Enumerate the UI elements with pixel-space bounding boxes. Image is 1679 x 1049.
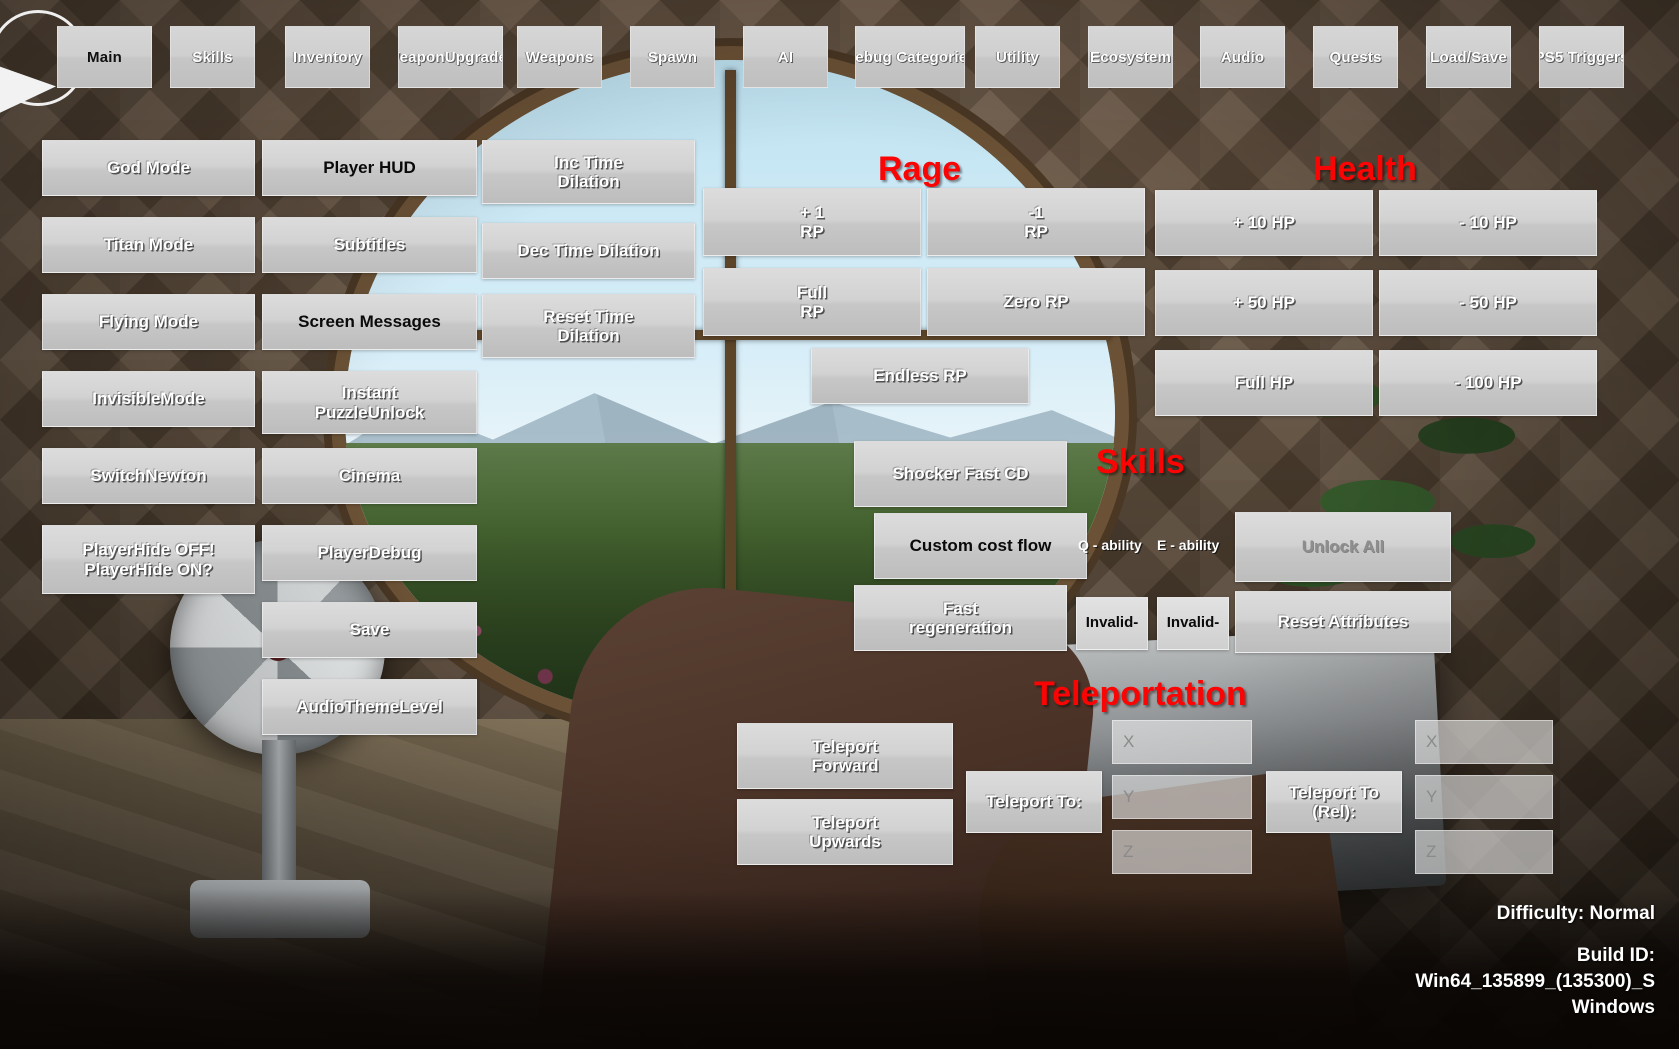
- ability-label-e: E - ability: [1157, 537, 1220, 553]
- tab-load-save[interactable]: Load/Save: [1426, 26, 1511, 88]
- hud-button-save[interactable]: Save: [262, 602, 477, 658]
- time-button-inc-time-dilation[interactable]: Inc Time Dilation: [482, 140, 695, 204]
- health-button-50-hp[interactable]: + 50 HP: [1155, 270, 1373, 336]
- rage-button-full-rp[interactable]: Full RP: [703, 268, 921, 336]
- ability-select-e[interactable]: Invalid-: [1157, 597, 1229, 650]
- tab-audio[interactable]: Audio: [1200, 26, 1285, 88]
- platform-label: Windows: [1571, 997, 1655, 1018]
- rage-button-endless-rp[interactable]: Endless RP: [811, 348, 1029, 404]
- debug-menu-screen: Main Skills Inventory WeaponUpgradesWeapons…: [0, 0, 1679, 1049]
- time-button-dec-time-dilation[interactable]: Dec Time Dilation: [482, 223, 695, 279]
- hud-button-playerdebug[interactable]: PlayerDebug: [262, 525, 477, 581]
- health-button-10-hp[interactable]: - 10 HP: [1379, 190, 1597, 256]
- teleport-button-teleport-forward[interactable]: Teleport Forward: [737, 723, 953, 789]
- tab-ai[interactable]: AI: [743, 26, 828, 88]
- difficulty-status: Difficulty: Normal: [1496, 903, 1655, 924]
- toggle-switchnewton[interactable]: SwitchNewton: [42, 448, 255, 504]
- rage-button-1-rp[interactable]: + 1 RP: [703, 188, 921, 256]
- health-button-full-hp[interactable]: Full HP: [1155, 350, 1373, 416]
- teleport-button-teleport-upwards[interactable]: Teleport Upwards: [737, 799, 953, 865]
- time-button-reset-time-dilation[interactable]: Reset Time Dilation: [482, 294, 695, 358]
- skills-button-unlock-all[interactable]: Unlock All: [1235, 512, 1451, 582]
- build-id-label: Build ID:: [1576, 945, 1655, 966]
- tab-weaponupgrades[interactable]: WeaponUpgrades: [398, 26, 503, 88]
- hud-button-screen-messages[interactable]: Screen Messages: [262, 294, 477, 350]
- health-button-50-hp[interactable]: - 50 HP: [1379, 270, 1597, 336]
- teleport-rel-x-input[interactable]: X: [1415, 720, 1553, 764]
- skills-button-custom-cost-flow[interactable]: Custom cost flow: [874, 513, 1087, 579]
- hud-button-subtitles[interactable]: Subtitles: [262, 217, 477, 273]
- ability-label-q: Q - ability: [1078, 537, 1142, 553]
- skills-button-shocker-fast-cd[interactable]: Shocker Fast CD: [854, 441, 1067, 507]
- debug-overlay: Main Skills Inventory WeaponUpgradesWeapons…: [0, 0, 1679, 1049]
- tab-utility[interactable]: Utility: [975, 26, 1060, 88]
- tab-skills[interactable]: Skills: [170, 26, 255, 88]
- tab-inventory[interactable]: Inventory: [285, 26, 370, 88]
- toggle-playerhide-off-playerhide-on[interactable]: PlayerHide OFF! PlayerHide ON?: [42, 525, 255, 594]
- skills-button-fast-regeneration[interactable]: Fast regeneration: [854, 585, 1067, 651]
- health-section-title: Health: [1313, 150, 1417, 188]
- teleportation-section-title: Teleportation: [1034, 675, 1247, 713]
- rage-section-title: Rage: [878, 150, 962, 188]
- toggle-titan-mode[interactable]: Titan Mode: [42, 217, 255, 273]
- ability-select-q[interactable]: Invalid-: [1076, 597, 1148, 650]
- hud-button-instant-puzzleunlock[interactable]: Instant PuzzleUnlock: [262, 371, 477, 434]
- health-button-10-hp[interactable]: + 10 HP: [1155, 190, 1373, 256]
- teleport-rel-y-input[interactable]: Y: [1415, 775, 1553, 819]
- category-tabbar: Main Skills Inventory WeaponUpgradesWeapons…: [0, 26, 1679, 88]
- hud-button-player-hud[interactable]: Player HUD: [262, 140, 477, 196]
- rage-button-1-rp[interactable]: -1 RP: [927, 188, 1145, 256]
- skills-button-reset-attributes[interactable]: Reset Attributes: [1235, 591, 1451, 653]
- hud-button-audiothemelevel[interactable]: AudioThemeLevel: [262, 679, 477, 735]
- teleport-button-teleport-to-rel[interactable]: Teleport To (Rel):: [1266, 771, 1402, 833]
- tab-quests[interactable]: Quests: [1313, 26, 1398, 88]
- skills-section-title: Skills: [1096, 443, 1185, 481]
- build-id-value: Win64_135899_(135300)_S: [1415, 971, 1655, 992]
- tab-debug-categories[interactable]: Debug Categories: [855, 26, 965, 88]
- teleport-abs-y-input[interactable]: Y: [1112, 775, 1252, 819]
- health-button-100-hp[interactable]: - 100 HP: [1379, 350, 1597, 416]
- hud-button-cinema[interactable]: Cinema: [262, 448, 477, 504]
- toggle-god-mode[interactable]: God Mode: [42, 140, 255, 196]
- tab-spawn[interactable]: Spawn: [630, 26, 715, 88]
- teleport-rel-z-input[interactable]: Z: [1415, 830, 1553, 874]
- tab-weapons[interactable]: Weapons: [517, 26, 602, 88]
- teleport-abs-x-input[interactable]: X: [1112, 720, 1252, 764]
- tab-main[interactable]: Main: [57, 26, 152, 88]
- toggle-flying-mode[interactable]: Flying Mode: [42, 294, 255, 350]
- tab-ecosystem[interactable]: Ecosystem: [1088, 26, 1173, 88]
- tab-ps5-triggers[interactable]: PS5 Triggers: [1539, 26, 1624, 88]
- teleport-abs-z-input[interactable]: Z: [1112, 830, 1252, 874]
- rage-button-zero-rp[interactable]: Zero RP: [927, 268, 1145, 336]
- teleport-button-teleport-to[interactable]: Teleport To:: [966, 771, 1102, 833]
- toggle-invisiblemode[interactable]: InvisibleMode: [42, 371, 255, 427]
